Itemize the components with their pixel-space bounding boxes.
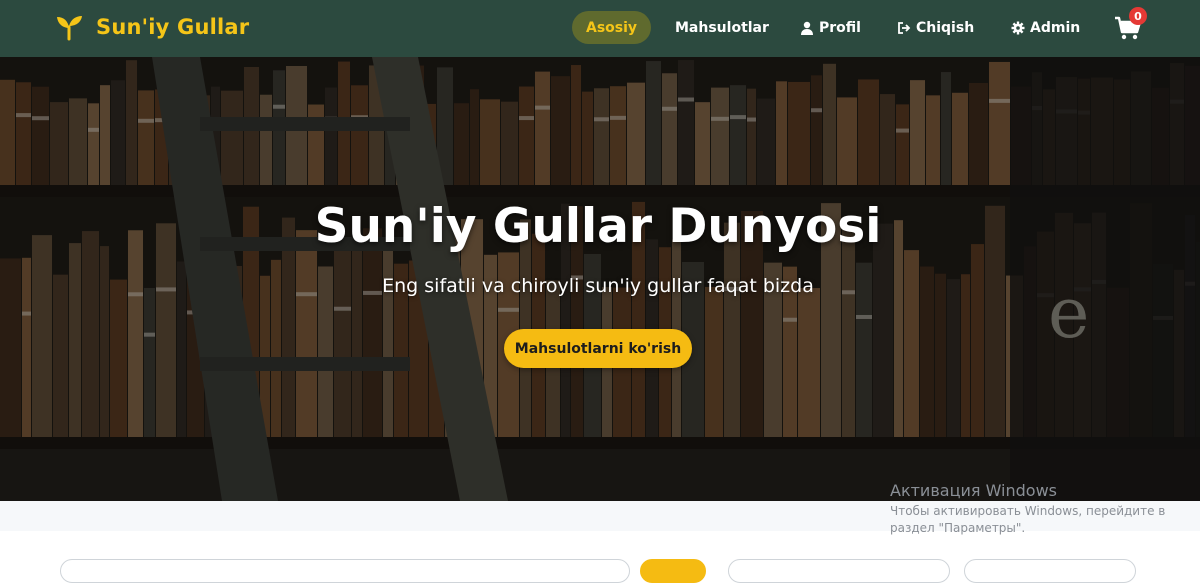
nav-profile[interactable]: Profil (800, 11, 861, 44)
sprout-icon (57, 16, 82, 41)
user-icon (801, 21, 813, 35)
nav-admin[interactable]: Admin (1011, 11, 1080, 44)
windows-activation-title: Активация Windows (890, 481, 1057, 500)
nav-logout[interactable]: Chiqish (897, 11, 974, 44)
nav-logout-label: Chiqish (916, 19, 975, 36)
nav-home[interactable]: Asosiy (572, 11, 652, 44)
hero-title: Sun'iy Gullar Dunyosi (314, 199, 882, 254)
windows-activation-text: Чтобы активировать Windows, перейдите в … (890, 504, 1166, 535)
filter-button[interactable] (964, 559, 1136, 583)
brand-link[interactable]: Sun'iy Gullar (54, 12, 249, 42)
nav-profile-label: Profil (819, 19, 861, 36)
logout-icon (898, 21, 911, 34)
nav-home-label: Asosiy (586, 19, 638, 36)
nav-products[interactable]: Mahsulotlar (675, 11, 769, 44)
brand-name: Sun'iy Gullar (96, 15, 250, 39)
nav-admin-label: Admin (1030, 19, 1081, 36)
filter-button-all[interactable] (640, 559, 706, 583)
nav-products-label: Mahsulotlar (675, 19, 769, 36)
gear-icon (1011, 21, 1025, 34)
view-products-button[interactable]: Mahsulotlarni ko'rish (504, 329, 692, 368)
filter-button[interactable] (728, 559, 950, 583)
hero-subtitle: Eng sifatli va chiroyli sun'iy gullar fa… (382, 275, 814, 297)
hero-section: e Sun'iy Gullar Dunyosi Eng sifatli va c… (0, 57, 1200, 501)
navbar: Sun'iy Gullar Asosiy Mahsulotlar Profil … (0, 0, 1200, 57)
cart-count-badge: 0 (1129, 7, 1147, 25)
search-input[interactable] (60, 559, 630, 583)
